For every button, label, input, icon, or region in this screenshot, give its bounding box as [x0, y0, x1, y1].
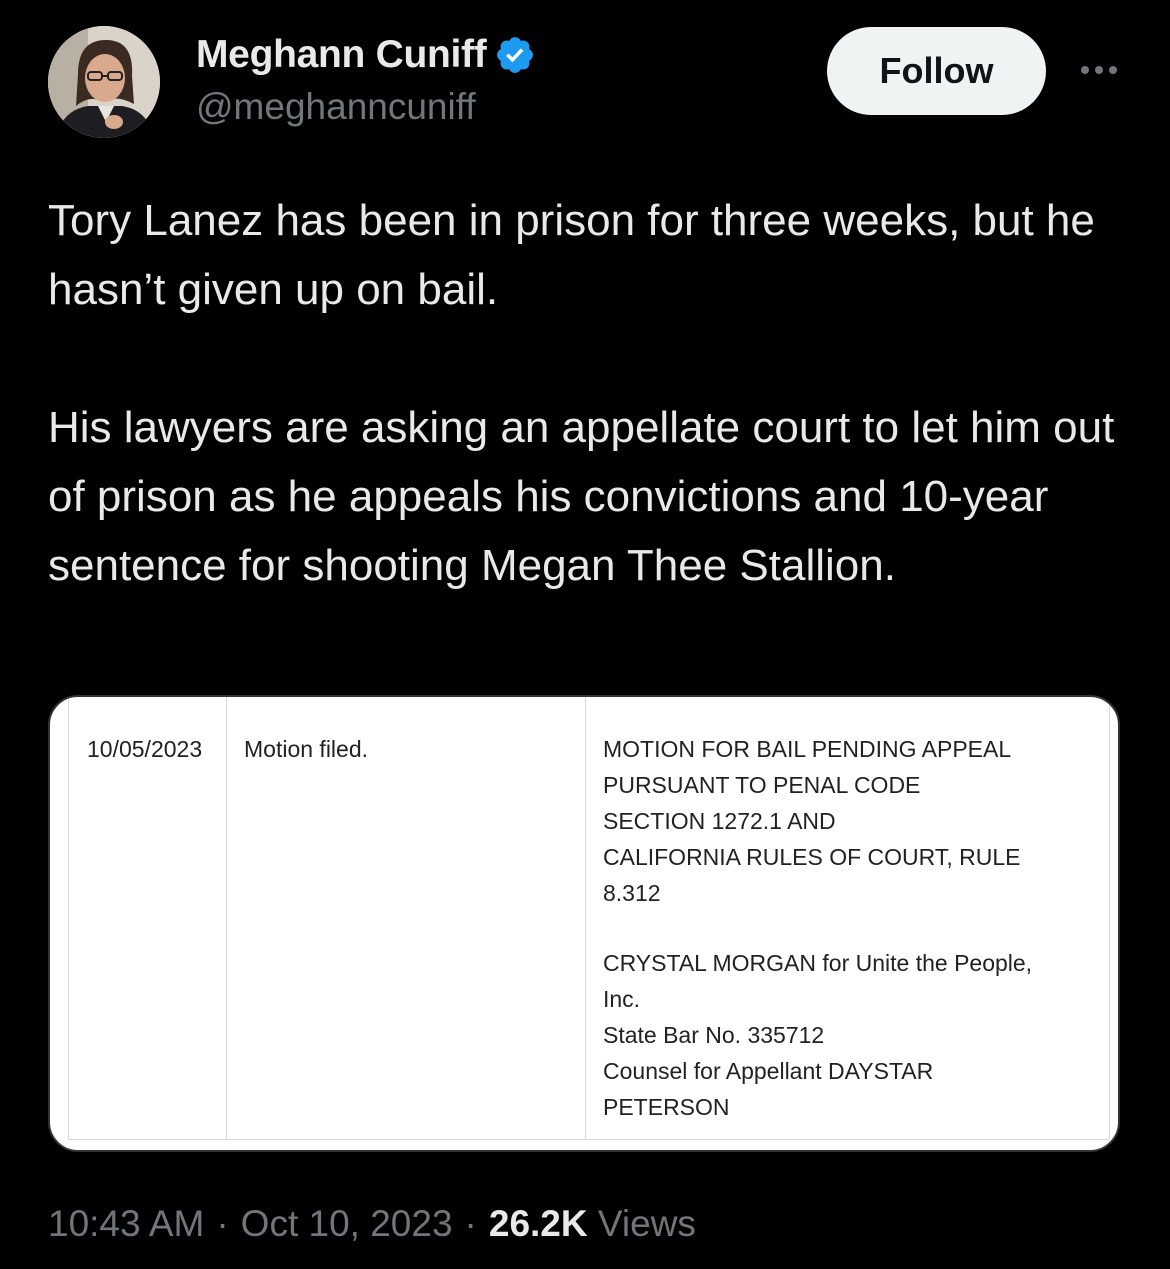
- tweet-paragraph: His lawyers are asking an appellate cour…: [48, 403, 1115, 590]
- description-line: CALIFORNIA RULES OF COURT, RULE: [603, 844, 1021, 870]
- docket-action: Motion filed.: [244, 736, 369, 762]
- docket-date: 10/05/2023: [87, 736, 203, 762]
- motion-title: MOTION FOR BAIL PENDING APPEAL PURSUANT …: [603, 731, 1093, 911]
- counsel-line: Inc.: [603, 986, 641, 1012]
- table-border: [68, 697, 69, 1140]
- views-count: 26.2K: [488, 1203, 588, 1244]
- court-docket-table: 10/05/2023 Motion filed. MOTION FOR BAIL…: [68, 697, 1110, 1140]
- follow-button[interactable]: Follow: [827, 27, 1046, 115]
- column-divider: [585, 697, 586, 1140]
- tweet-time[interactable]: 10:43 AM: [48, 1203, 204, 1245]
- tweet-media-image[interactable]: 10/05/2023 Motion filed. MOTION FOR BAIL…: [48, 695, 1120, 1152]
- tweet-text: Tory Lanez has been in prison for three …: [48, 186, 1128, 600]
- more-dot: [1095, 66, 1103, 74]
- meta-separator: ·: [216, 1203, 229, 1244]
- description-line: 8.312: [603, 880, 661, 906]
- verified-badge-icon[interactable]: [494, 34, 536, 76]
- counsel-line: CRYSTAL MORGAN for Unite the People,: [603, 950, 1033, 976]
- counsel-info: CRYSTAL MORGAN for Unite the People, Inc…: [603, 945, 1093, 1125]
- description-line: SECTION 1272.1 AND: [603, 808, 836, 834]
- table-bottom-border: [68, 1139, 1110, 1140]
- more-options-icon[interactable]: [1074, 52, 1124, 88]
- tweet-paragraph: Tory Lanez has been in prison for three …: [48, 196, 1095, 314]
- tweet-date[interactable]: Oct 10, 2023: [241, 1203, 453, 1245]
- views-label: Views: [597, 1203, 696, 1244]
- meta-separator: ·: [464, 1203, 477, 1244]
- counsel-line: Counsel for Appellant DAYSTAR: [603, 1058, 934, 1084]
- counsel-line: State Bar No. 335712: [603, 1022, 825, 1048]
- avatar-photo: [48, 26, 160, 138]
- table-border: [1109, 697, 1110, 1140]
- author-display-name[interactable]: Meghann Cuniff: [196, 33, 487, 77]
- column-divider: [226, 697, 227, 1140]
- more-dot: [1109, 66, 1117, 74]
- more-dot: [1081, 66, 1089, 74]
- docket-description: MOTION FOR BAIL PENDING APPEAL PURSUANT …: [603, 731, 1093, 1125]
- author-handle[interactable]: @meghanncuniff: [196, 86, 476, 128]
- description-line: MOTION FOR BAIL PENDING APPEAL: [603, 736, 1012, 762]
- tweet-meta: 10:43 AM · Oct 10, 2023 · 26.2K Views: [48, 1203, 696, 1245]
- author-name-row: Meghann Cuniff: [196, 30, 536, 80]
- views-stat[interactable]: 26.2K Views: [489, 1203, 696, 1245]
- counsel-line: PETERSON: [603, 1094, 730, 1120]
- description-line: PURSUANT TO PENAL CODE: [603, 772, 921, 798]
- author-avatar[interactable]: [48, 26, 160, 138]
